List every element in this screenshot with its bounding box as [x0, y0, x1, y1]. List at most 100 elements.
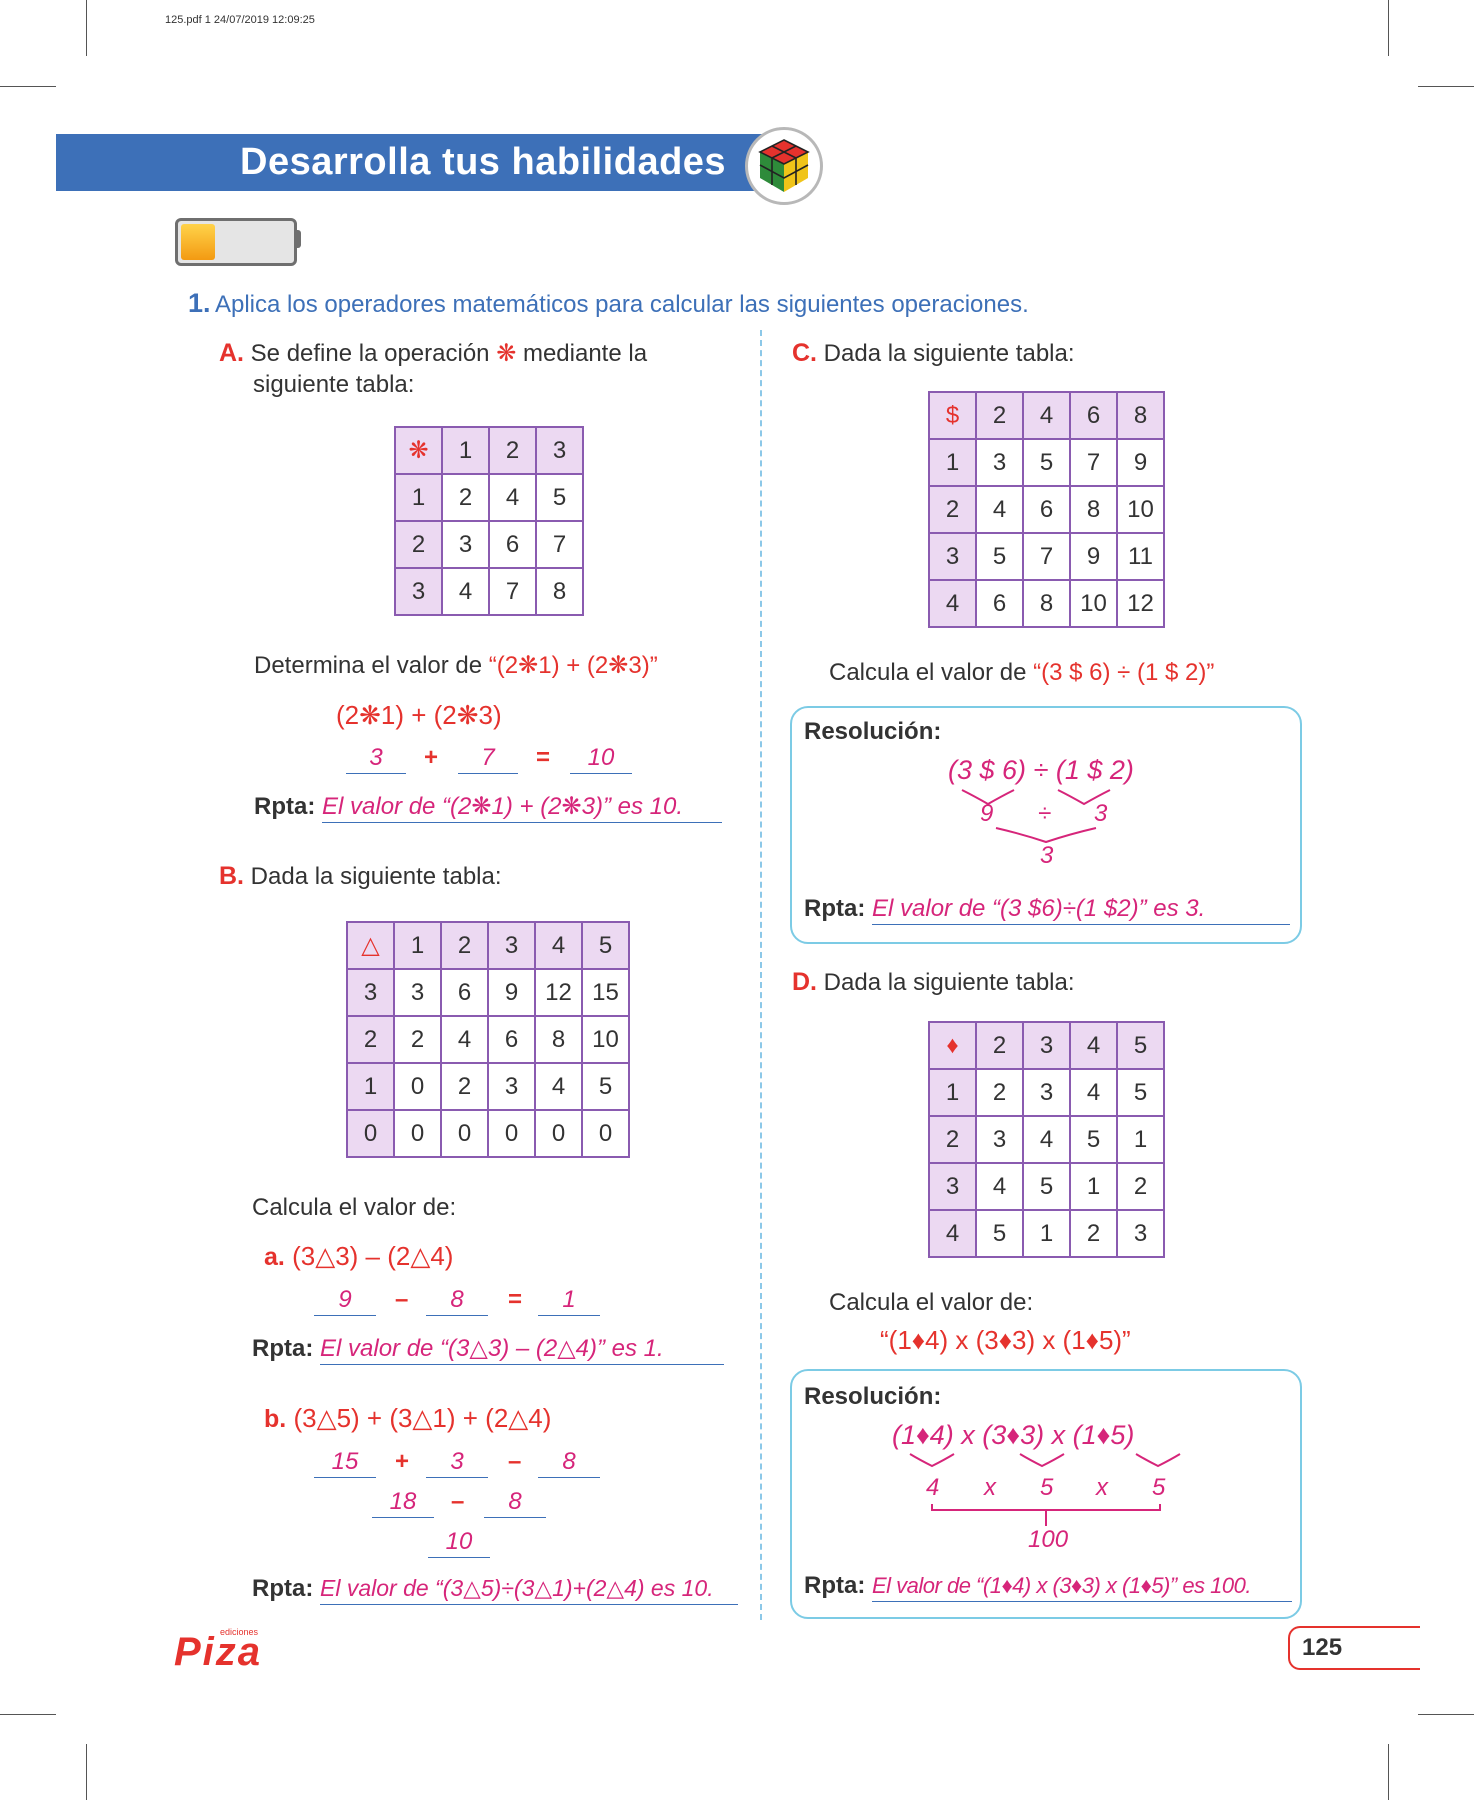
table-cell: 1 [1069, 1162, 1118, 1211]
table-cell: 6 [487, 1015, 536, 1064]
header-cell: 3 [487, 921, 536, 970]
section-a-step-1: (2❋1) + (2❋3) [336, 700, 502, 730]
table-row: 45123 [928, 1209, 1165, 1258]
header-cell: 1 [441, 426, 490, 475]
d-resolution-expr: (1♦4) x (3♦3) x (1♦5) [892, 1420, 1135, 1450]
operation-table-b: △ 1 2 3 4 5 3 3 6 9 12 15 2 2 4 6 8 10 1 0 2 3 4 5 0 0 0 0 0 0 [346, 921, 630, 1158]
b-a-label: a. [264, 1243, 285, 1271]
operation-table-a: ❋ 1 2 3 1 2 4 5 2 3 6 7 3 4 7 8 [394, 426, 584, 616]
c-resolution-expr: (3 $ 6) ÷ (1 $ 2) [948, 755, 1134, 785]
section-b-b-expr: b. (3△5) + (3△1) + (2△4) [264, 1403, 551, 1435]
page-number: 125 [1302, 1634, 1343, 1661]
c-step-value-1: 9 [980, 800, 994, 827]
header-cell: 1 [346, 1062, 395, 1111]
table-cell: 5 [1022, 1162, 1071, 1211]
section-a-prompt: Determina el valor de “(2❋1) + (2❋3)” [254, 650, 658, 681]
b-b-value-3: 8 [538, 1446, 600, 1478]
section-d-prompt: Calcula el valor de: [829, 1289, 1034, 1316]
b-b-op-3: – [451, 1488, 465, 1515]
section-d-intro: D. Dada la siguiente tabla: [792, 967, 1075, 998]
operator-cell: ♦ [928, 1021, 977, 1070]
prompt-expression: “(3 $ 6) ÷ (1 $ 2)” [1033, 659, 1215, 686]
a-op-equals: = [536, 744, 551, 771]
operator-cell: △ [346, 921, 395, 970]
section-b-a-expr: a. (3△3) – (2△4) [264, 1241, 453, 1273]
header-cell: 6 [1069, 391, 1118, 440]
table-cell: 0 [393, 1062, 442, 1111]
prompt-text: Determina el valor de [254, 652, 483, 679]
table-cell: 4 [975, 1162, 1024, 1211]
section-b-intro: B. Dada la siguiente tabla: [219, 861, 502, 892]
table-cell: 5 [975, 532, 1024, 581]
a-op-plus: + [424, 744, 439, 771]
table-cell: 7 [488, 567, 537, 616]
d-step-op-2: x [1096, 1474, 1108, 1501]
section-c-intro-text: Dada la siguiente tabla: [823, 340, 1075, 367]
d-step-op-1: x [984, 1474, 996, 1501]
table-cell: 2 [1069, 1209, 1118, 1258]
a-value-1: 3 [346, 742, 406, 774]
header-cell: 2 [394, 520, 443, 569]
table-row: 13579 [928, 438, 1165, 487]
table-cell: 7 [1022, 532, 1071, 581]
section-d-letter: D. [792, 968, 817, 996]
section-a-intro: A. Se define la operación ❋ mediante la [219, 338, 647, 369]
table-cell: 0 [581, 1109, 630, 1158]
b-a-eq: = [508, 1286, 523, 1313]
section-a-answer: Rpta: El valor de “(2❋1) + (2❋3)” es 10. [254, 791, 722, 823]
question-number: 1. [188, 288, 211, 318]
rpta-text: El valor de “(1♦4) x (3♦3) x (1♦5)” es 1… [872, 1570, 1292, 1602]
section-d-expression: “(1♦4) x (3♦3) x (1♦5)” [880, 1325, 1131, 1355]
prompt-text: Calcula el valor de [829, 659, 1027, 686]
table-cell: 4 [975, 485, 1024, 534]
table-cell: 4 [440, 1015, 489, 1064]
page-title: Desarrolla tus habilidades [240, 141, 727, 183]
section-c-intro: C. Dada la siguiente tabla: [792, 338, 1075, 369]
section-a-intro-1: Se define la operación [250, 340, 490, 367]
table-row: 2 2 4 6 8 10 [346, 1015, 630, 1064]
table-row: ❋ 1 2 3 [394, 426, 584, 475]
header-cell: 5 [1116, 1021, 1165, 1070]
b-b-op-1: + [395, 1448, 410, 1475]
table-cell: 5 [535, 473, 584, 522]
rpta-label: Rpta: [252, 1575, 314, 1602]
table-cell: 1 [1022, 1209, 1071, 1258]
d-step-value-2: 5 [1040, 1474, 1054, 1501]
b-b-value-1: 15 [314, 1446, 376, 1478]
table-cell: 8 [1022, 579, 1071, 628]
table-row: ♦ 2 3 4 5 [928, 1021, 1165, 1070]
header-cell: 3 [346, 968, 395, 1017]
c-step-value-2: 3 [1094, 800, 1108, 827]
table-cell: 10 [581, 1015, 630, 1064]
publisher-logo-small: ediciones [220, 1627, 259, 1637]
c-result: 3 [1040, 842, 1054, 869]
table-cell: 0 [393, 1109, 442, 1158]
table-cell: 0 [534, 1109, 583, 1158]
rpta-text: El valor de “(3△5)÷(3△1)+(2△4) es 10. [320, 1573, 738, 1605]
header-cell: 3 [394, 567, 443, 616]
a-value-2: 7 [458, 742, 518, 774]
header-cell: 2 [488, 426, 537, 475]
header-cell: 1 [928, 438, 977, 487]
table-cell: 4 [1022, 1115, 1071, 1164]
rubiks-cube-icon [745, 127, 823, 205]
rpta-label: Rpta: [804, 1572, 866, 1599]
section-a-intro-2: mediante la [522, 340, 648, 367]
table-cell: 3 [975, 1115, 1024, 1164]
header-cell: 1 [393, 921, 442, 970]
operation-table-c: $2 4 6 8 1 3 5 7 9 2 4 6 8 10 3 5 7 9 11 4 6 8 10 12 [928, 391, 1165, 628]
header-cell: 4 [928, 1209, 977, 1258]
table-cell: 9 [1069, 532, 1118, 581]
battery-level [181, 224, 215, 260]
header-cell: 4 [1022, 391, 1071, 440]
table-cell: 3 [1116, 1209, 1165, 1258]
table-cell: 5 [1022, 438, 1071, 487]
d-step-value-3: 5 [1152, 1474, 1166, 1501]
header-cell: 3 [928, 1162, 977, 1211]
table-cell: 3 [441, 520, 490, 569]
b-b-value-2: 3 [426, 1446, 488, 1478]
table-cell: 3 [393, 968, 442, 1017]
b-b-partial-2: 8 [484, 1486, 546, 1518]
header-cell: 0 [346, 1109, 395, 1158]
header-cell: 2 [928, 1115, 977, 1164]
